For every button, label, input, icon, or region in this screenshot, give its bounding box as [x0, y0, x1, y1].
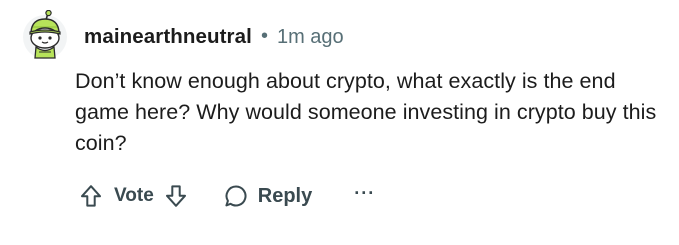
avatar[interactable]	[22, 9, 68, 60]
author-username[interactable]: mainearthneutral	[84, 25, 252, 49]
vote-label: Vote	[114, 185, 154, 206]
snoo-avatar-icon	[23, 9, 67, 59]
speech-bubble-icon	[224, 184, 248, 208]
reply-label: Reply	[257, 184, 313, 207]
comment: mainearthneutral • 1m ago Don’t know eno…	[0, 0, 679, 245]
upvote-arrow-icon[interactable]	[80, 184, 102, 208]
vote-group: Vote	[80, 184, 187, 208]
ellipsis-icon[interactable]: ···	[354, 183, 375, 204]
comment-actions: Vote Reply ···	[80, 178, 375, 214]
reply-button[interactable]: Reply	[224, 184, 312, 208]
comment-header: mainearthneutral • 1m ago	[84, 24, 344, 50]
downvote-arrow-icon[interactable]	[165, 184, 187, 208]
comment-body: Don’t know enough about crypto, what exa…	[75, 69, 657, 155]
meta-separator: •	[260, 24, 268, 47]
timestamp[interactable]: 1m ago	[277, 26, 344, 49]
